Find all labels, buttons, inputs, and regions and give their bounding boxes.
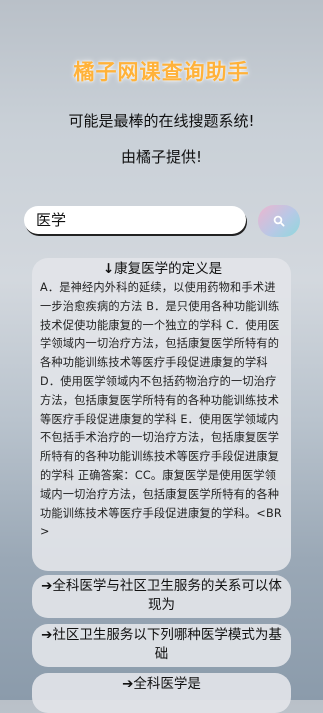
provider-text: 由橘子提供! (120, 148, 202, 166)
arrow-right-icon: ➔ (41, 578, 53, 594)
result-card[interactable]: ➔社区卫生服务以下列哪种医学模式为基础 (32, 624, 291, 667)
arrow-down-icon: ↓ (102, 261, 115, 277)
result-title[interactable]: ➔全科医学与社区卫生服务的关系可以体现为 (40, 577, 283, 615)
result-card-expanded[interactable]: ↓康复医学的定义是 A．是神经内外科的延续，以使用药物和手术进一步治愈疾病的方法… (32, 258, 291, 571)
arrow-right-icon: ➔ (122, 676, 134, 692)
arrow-right-icon: ➔ (41, 627, 53, 643)
result-title[interactable]: ➔全科医学是 (40, 675, 283, 694)
search-icon (273, 215, 285, 227)
search-input[interactable] (24, 206, 246, 234)
result-answer: A．是神经内外科的延续，以使用药物和手术进一步治愈疾病的方法 B．是只使用各种功… (40, 281, 282, 539)
result-card[interactable]: ➔全科医学与社区卫生服务的关系可以体现为 (32, 575, 291, 618)
app-title: 橘子网课查询助手 (73, 60, 250, 84)
result-question: 全科医学与社区卫生服务的关系可以体现为 (52, 578, 282, 613)
result-question: 康复医学的定义是 (114, 261, 223, 277)
tagline: 可能是最棒的在线搜题系统! (68, 112, 255, 130)
result-question: 全科医学是 (133, 676, 201, 692)
result-title[interactable]: ↓康复医学的定义是 (40, 260, 285, 279)
search-button[interactable] (258, 205, 300, 237)
result-title[interactable]: ➔社区卫生服务以下列哪种医学模式为基础 (40, 626, 283, 664)
result-question: 社区卫生服务以下列哪种医学模式为基础 (52, 627, 282, 662)
result-card[interactable]: ➔全科医学是 (32, 673, 291, 713)
